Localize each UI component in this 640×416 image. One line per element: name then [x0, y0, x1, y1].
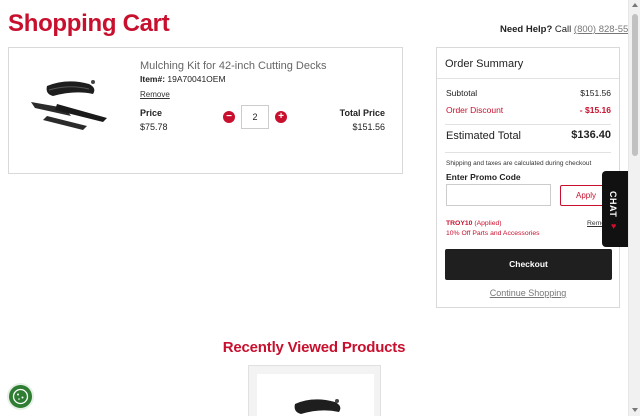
- summary-title: Order Summary: [445, 58, 524, 70]
- continue-shopping-link[interactable]: Continue Shopping: [437, 288, 619, 298]
- cookie-settings-button[interactable]: [7, 383, 34, 410]
- help-label: Need Help?: [500, 24, 553, 35]
- scroll-down-arrow-icon[interactable]: [632, 408, 638, 412]
- order-summary: Order Summary Subtotal $151.56 Order Dis…: [436, 47, 620, 308]
- subtotal-label: Subtotal: [446, 88, 478, 98]
- chat-tab[interactable]: CHAT ♥: [602, 171, 628, 247]
- remove-item-link[interactable]: Remove: [140, 90, 170, 99]
- summary-divider: [437, 78, 619, 79]
- shipping-note: Shipping and taxes are calculated during…: [446, 160, 592, 167]
- total-price-value: $151.56: [352, 122, 385, 132]
- product-image[interactable]: [27, 74, 111, 132]
- quantity-increase-button[interactable]: +: [275, 111, 287, 123]
- sku-label: Item#:: [140, 74, 166, 84]
- estimated-total-label: Estimated Total: [446, 130, 522, 142]
- vertical-scrollbar[interactable]: [628, 0, 640, 416]
- promo-code-input[interactable]: [446, 184, 551, 206]
- recent-product-card[interactable]: [248, 365, 381, 416]
- quantity-decrease-button[interactable]: −: [223, 111, 235, 123]
- help-line: Need Help? Call (800) 828-5500: [500, 24, 639, 35]
- cart-item: Mulching Kit for 42-inch Cutting Decks I…: [8, 47, 403, 174]
- help-call-text: Call: [554, 24, 572, 35]
- sku-value: 19A70041OEM: [167, 74, 226, 84]
- estimated-total-value: $136.40: [571, 129, 611, 141]
- applied-promo: TROY10 (Applied): [446, 220, 502, 227]
- scrollbar-thumb[interactable]: [632, 14, 638, 156]
- discount-value: - $15.16: [579, 105, 611, 115]
- cookie-icon: [12, 388, 29, 405]
- plus-circle-icon: +: [278, 111, 284, 122]
- product-sku: Item#: 19A70041OEM: [140, 74, 226, 84]
- subtotal-value: $151.56: [580, 88, 611, 98]
- recent-product-image[interactable]: [287, 396, 349, 416]
- page-title: Shopping Cart: [8, 10, 170, 37]
- chat-label: CHAT: [608, 191, 618, 218]
- promo-label: Enter Promo Code: [446, 172, 521, 182]
- recent-product-card-inner: [257, 374, 374, 416]
- applied-promo-code: TROY10: [446, 220, 473, 227]
- checkout-button[interactable]: Checkout: [445, 249, 612, 280]
- discount-label: Order Discount: [446, 105, 504, 115]
- applied-promo-description: 10% Off Parts and Accessories: [446, 230, 540, 237]
- applied-promo-status: (Applied): [474, 220, 502, 227]
- price-label: Price: [140, 108, 163, 118]
- product-name[interactable]: Mulching Kit for 42-inch Cutting Decks: [140, 60, 326, 72]
- recently-viewed-title: Recently Viewed Products: [222, 339, 406, 356]
- price-value: $75.78: [140, 122, 168, 132]
- heart-icon: ♥: [611, 221, 617, 231]
- summary-divider: [445, 152, 611, 153]
- summary-divider: [445, 124, 611, 125]
- quantity-input[interactable]: 2: [241, 105, 269, 129]
- minus-circle-icon: −: [226, 111, 232, 122]
- scroll-up-arrow-icon[interactable]: [632, 3, 638, 7]
- total-price-label: Total Price: [339, 108, 385, 118]
